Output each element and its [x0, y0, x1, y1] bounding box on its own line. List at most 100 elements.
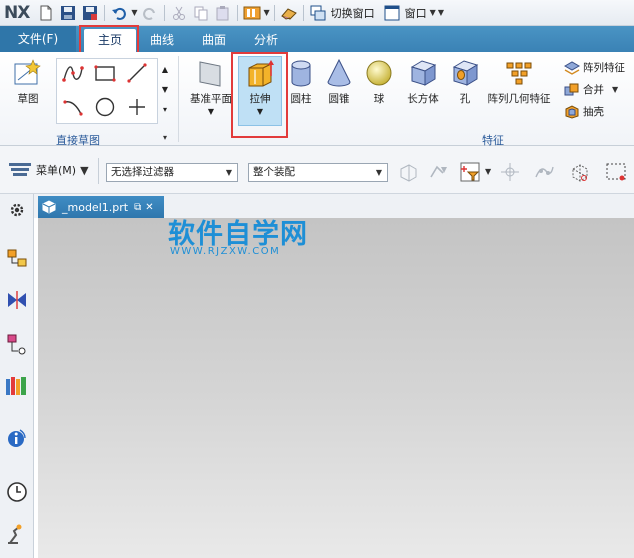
window-menu-label[interactable]: 窗口 — [405, 5, 427, 21]
tab-surface[interactable]: 曲面 — [192, 29, 236, 52]
separator — [302, 4, 304, 21]
window-icon[interactable] — [382, 3, 402, 23]
restore-window-icon[interactable]: ⧉ — [134, 202, 141, 213]
pattern-feature-button[interactable]: 阵列特征 — [564, 60, 625, 75]
unite-icon — [564, 83, 579, 95]
sphere-icon — [366, 60, 392, 86]
curve-rule-icon[interactable] — [532, 160, 556, 184]
separator — [236, 4, 238, 21]
selection-scope-dropdown[interactable]: 整个装配 ▼ — [248, 163, 388, 182]
info-icon[interactable] — [5, 426, 29, 450]
circle-icon[interactable] — [92, 94, 118, 120]
touch-mode-icon[interactable] — [242, 3, 262, 23]
rectangle-select-icon[interactable] — [604, 160, 628, 184]
block-button[interactable]: 长方体 — [404, 58, 442, 106]
point-snap-icon[interactable] — [498, 160, 522, 184]
datum-plane-icon — [199, 61, 221, 87]
datum-plane-dropdown-icon[interactable]: ▼ — [208, 107, 214, 116]
document-tab-bar: _model1.prt ⧉ ✕ — [34, 194, 634, 218]
cut-icon[interactable] — [169, 3, 189, 23]
unite-label: 合并 — [583, 84, 604, 96]
menu-label: 菜单(M) — [36, 164, 77, 177]
datum-plane-label: 基准平面 — [190, 93, 232, 105]
pattern-geometry-label: 阵列几何特征 — [487, 93, 551, 105]
gallery-scroll[interactable]: ▲ ▼ ▾ — [160, 60, 170, 122]
datum-plane-button[interactable]: 基准平面 ▼ — [186, 58, 236, 116]
menu-button[interactable]: 菜单(M) ▼ — [8, 160, 90, 180]
save-icon[interactable] — [58, 3, 78, 23]
direct-sketch-more-icon[interactable]: ▾ — [163, 133, 167, 142]
watermark-url: WWW.RJZXW.COM — [170, 246, 281, 257]
shell-label: 抽壳 — [583, 106, 604, 118]
hole-button[interactable]: 孔 — [448, 58, 482, 106]
pattern-geometry-button[interactable]: 阵列几何特征 — [486, 58, 552, 106]
history-clock-icon[interactable] — [5, 480, 29, 504]
tab-curve[interactable]: 曲线 — [140, 29, 184, 52]
paste-icon[interactable] — [213, 3, 233, 23]
shell-icon — [565, 104, 579, 119]
selection-filter-value: 无选择过滤器 — [111, 166, 174, 178]
new-file-icon[interactable] — [36, 3, 56, 23]
reuse-library-icon[interactable] — [5, 374, 29, 398]
eraser-icon[interactable] — [279, 3, 299, 23]
selection-bar: 菜单(M) ▼ 无选择过滤器 ▼ 整个装配 ▼ ▼ — [0, 146, 634, 194]
pattern-feature-label: 阵列特征 — [583, 62, 625, 74]
graphics-window[interactable] — [38, 218, 634, 558]
pattern-geometry-icon — [506, 62, 532, 85]
document-tab[interactable]: _model1.prt ⧉ ✕ — [38, 196, 164, 218]
select-feature-icon[interactable] — [396, 160, 420, 184]
cylinder-icon — [291, 60, 311, 87]
touch-mode-dropdown-icon[interactable]: ▼ — [264, 8, 270, 17]
tab-analysis[interactable]: 分析 — [244, 29, 288, 52]
snap-filter-icon[interactable] — [458, 160, 482, 184]
chevron-down-icon: ▼ — [225, 168, 233, 177]
sphere-label: 球 — [373, 93, 385, 105]
separator — [104, 4, 106, 21]
block-icon — [410, 60, 437, 86]
cylinder-button[interactable]: 圆柱 — [284, 58, 318, 106]
line-icon[interactable] — [124, 60, 150, 86]
switch-window-icon[interactable] — [308, 3, 328, 23]
hole-icon — [452, 60, 479, 86]
group-separator — [178, 56, 179, 142]
cone-button[interactable]: 圆锥 — [322, 58, 356, 106]
sketch-button[interactable]: 草图 — [10, 58, 46, 106]
constraint-navigator-icon[interactable] — [5, 288, 29, 312]
gear-icon[interactable] — [5, 198, 29, 222]
part-file-icon — [42, 200, 56, 214]
selection-filter-dropdown[interactable]: 无选择过滤器 ▼ — [106, 163, 238, 182]
separator — [163, 4, 165, 21]
hole-label: 孔 — [459, 93, 471, 105]
window-dropdown-icon[interactable]: ▼ — [430, 8, 436, 17]
close-icon[interactable]: ✕ — [145, 202, 153, 213]
resource-bar — [0, 194, 34, 558]
switch-window-label[interactable]: 切换窗口 — [331, 5, 375, 21]
part-navigator-icon[interactable] — [5, 332, 29, 356]
studio-spline-icon[interactable] — [60, 60, 86, 86]
snap-filter-dropdown-icon[interactable]: ▼ — [485, 167, 491, 176]
cone-label: 圆锥 — [328, 93, 350, 105]
tab-file[interactable]: 文件(F) — [0, 26, 76, 52]
ribbon: 草图 ▲ ▼ ▾ 直接草图 ▾ 基准平面 ▼ 拉伸 ▼ 圆柱 圆锥 球 长方体 … — [0, 52, 634, 147]
quick-pick-icon[interactable] — [568, 160, 592, 184]
select-component-icon[interactable] — [426, 160, 450, 184]
redo-icon[interactable] — [140, 3, 160, 23]
cone-icon — [327, 58, 351, 87]
sphere-button[interactable]: 球 — [362, 58, 396, 106]
shell-button[interactable]: 抽壳 — [564, 104, 604, 119]
block-label: 长方体 — [407, 93, 439, 105]
rectangle-icon[interactable] — [92, 60, 118, 86]
separator — [273, 4, 275, 21]
unite-dropdown-icon[interactable]: ▼ — [612, 85, 618, 94]
process-studio-icon[interactable] — [5, 522, 29, 546]
undo-dropdown-icon[interactable]: ▼ — [131, 8, 137, 17]
unite-button[interactable]: 合并 ▼ — [564, 82, 619, 97]
sketch-icon — [14, 59, 41, 85]
undo-icon[interactable] — [109, 3, 129, 23]
arc-icon[interactable] — [60, 94, 86, 120]
customize-dropdown-icon[interactable]: ▼ — [438, 8, 444, 17]
save-all-icon[interactable] — [80, 3, 100, 23]
point-icon[interactable] — [124, 94, 150, 120]
assembly-navigator-icon[interactable] — [5, 246, 29, 270]
copy-icon[interactable] — [191, 3, 211, 23]
